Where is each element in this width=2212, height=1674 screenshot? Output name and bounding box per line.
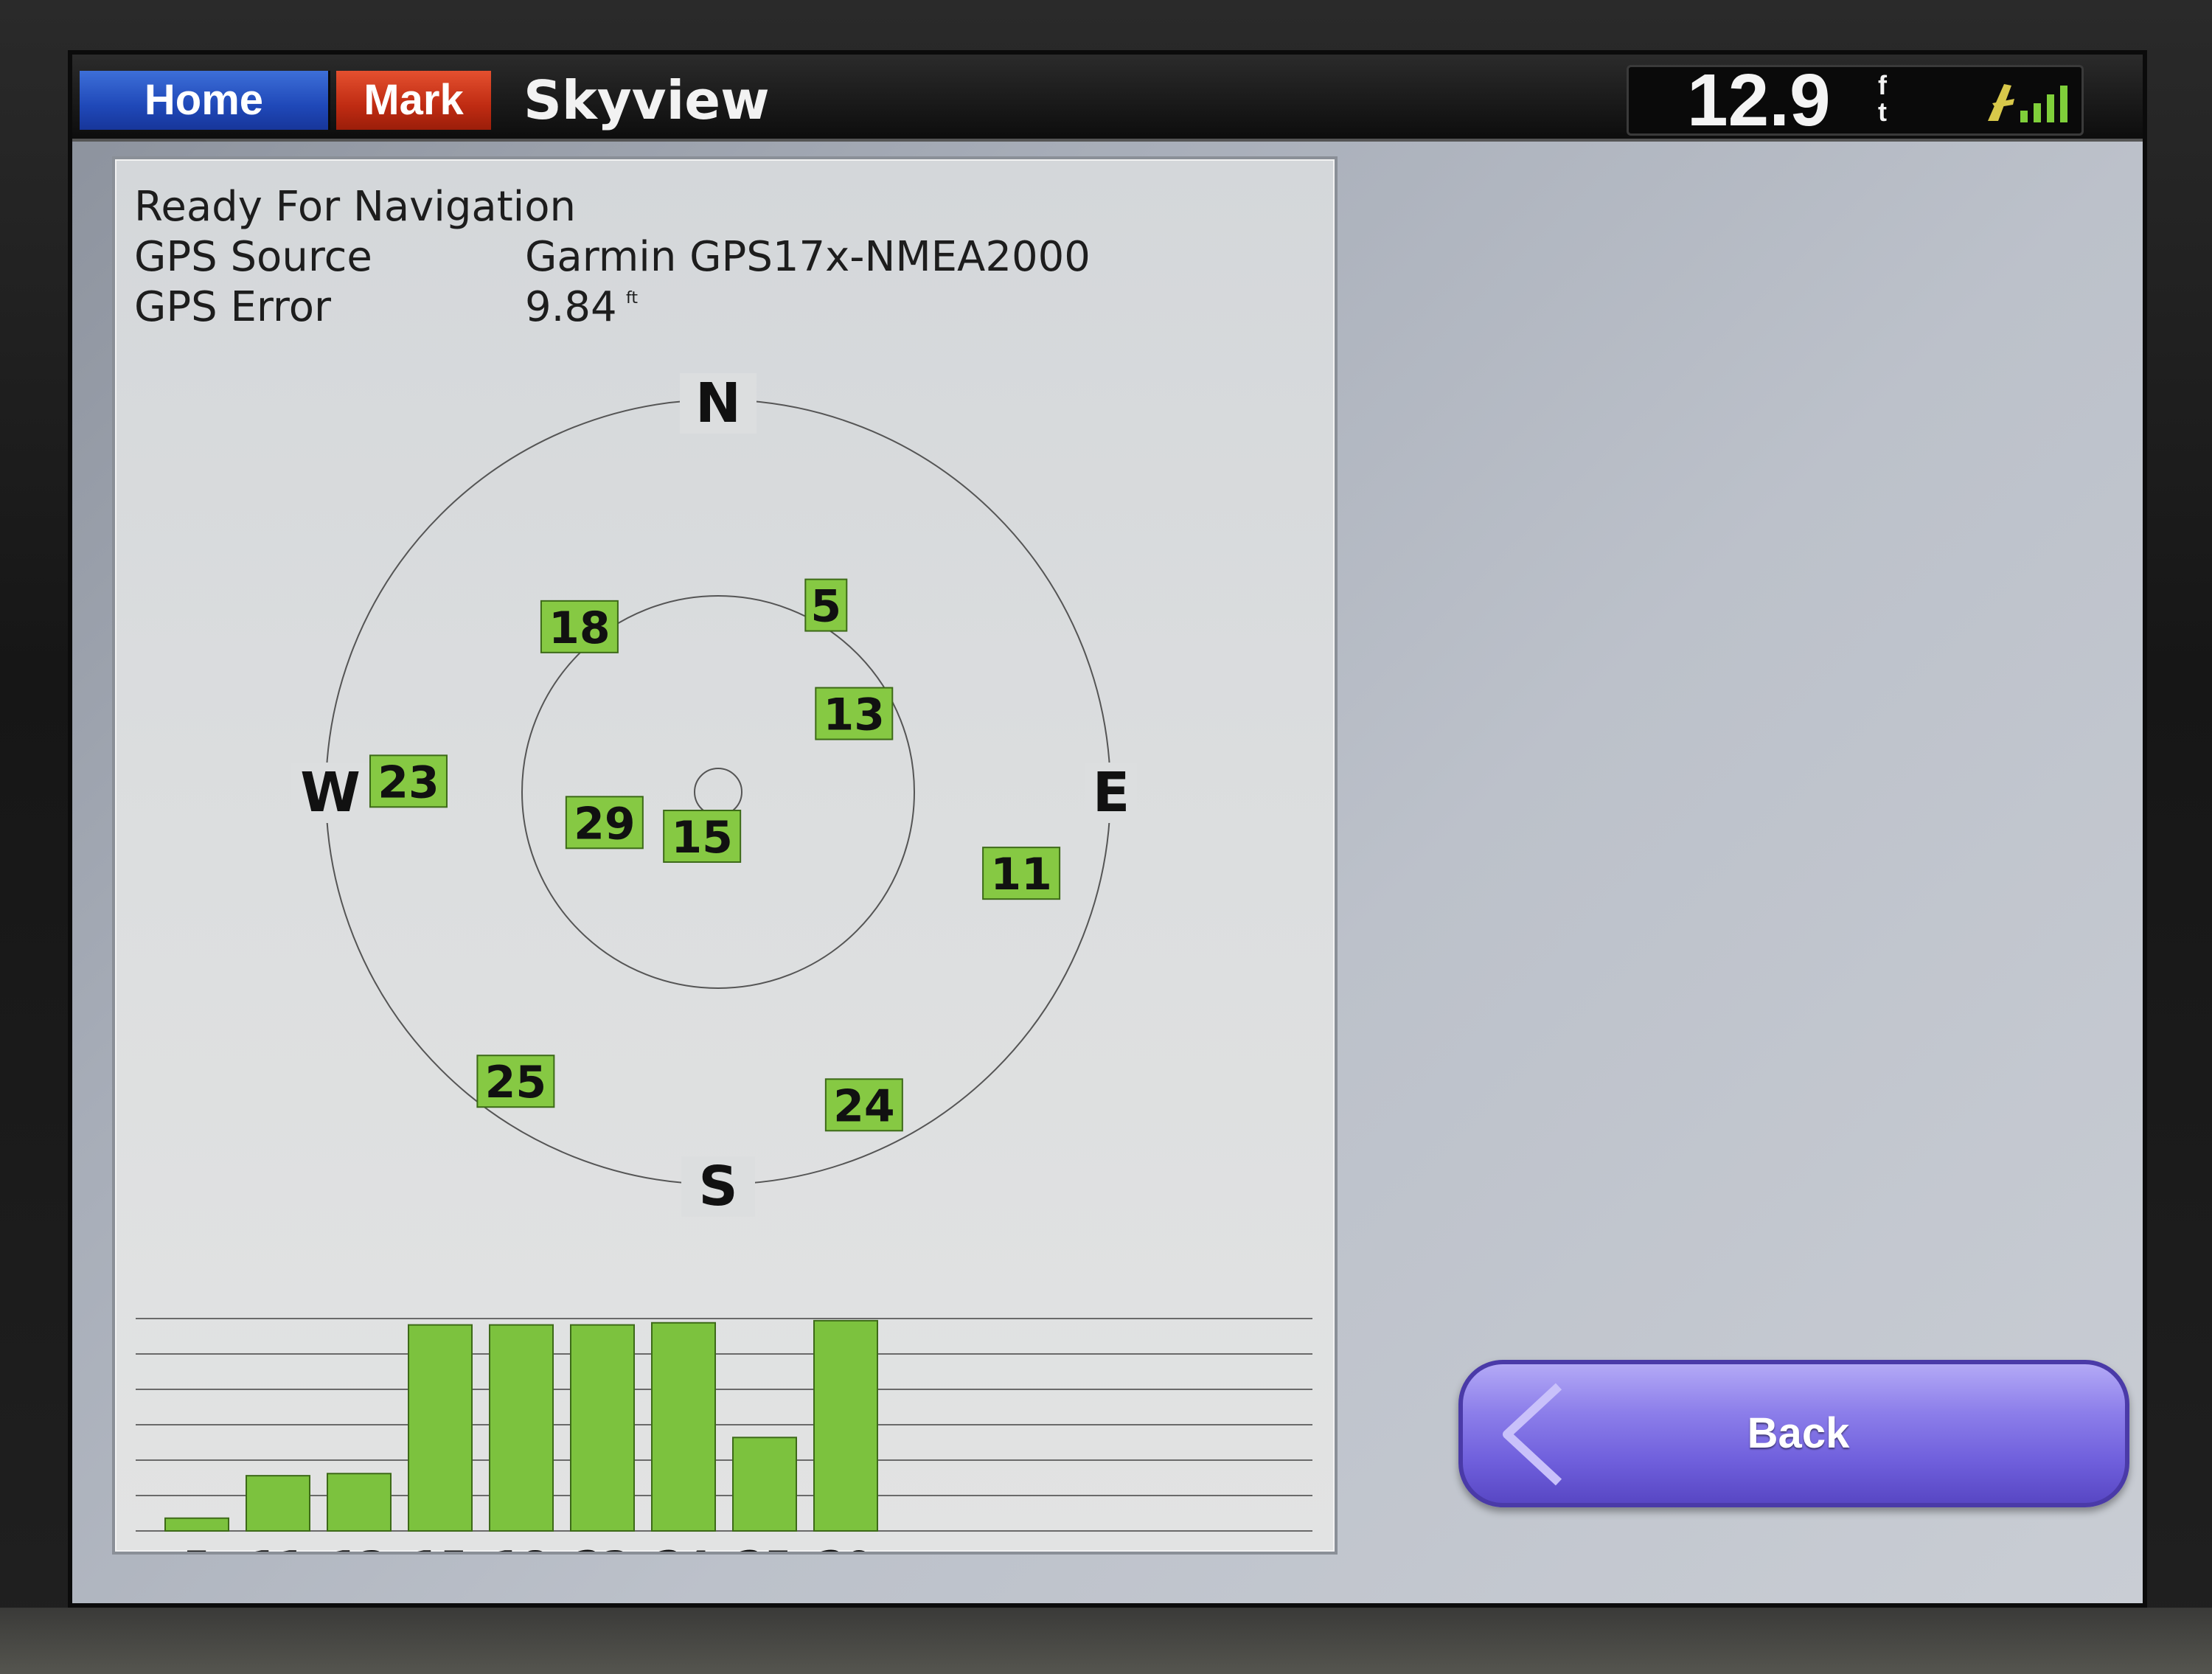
depth-readout: 12.9	[1687, 59, 1831, 142]
zenith-marker	[694, 768, 742, 816]
satellite-id: 15	[671, 812, 733, 864]
compass-west: W	[300, 761, 361, 824]
satellite-id: 5	[810, 581, 841, 633]
satellite-id: 24	[833, 1080, 895, 1132]
signal-bar-label: 11	[250, 1543, 305, 1552]
satellite-11: 11	[982, 847, 1061, 900]
satellite-13: 13	[815, 687, 894, 741]
device-bezel-bottom	[0, 1608, 2212, 1674]
signal-bar-label: 18	[493, 1543, 549, 1552]
signal-bar-5	[164, 1517, 229, 1532]
inner-elevation-ring	[521, 595, 915, 989]
satellite-5: 5	[804, 578, 848, 633]
skyview-plot: N S E W 18 5 13 23 29 15 11 25 24 5 11 13 15 18 23 24 2…	[136, 372, 1312, 1552]
top-bar: Home Mark Skyview 12.9 ft	[72, 55, 2143, 142]
satellite-id: 23	[378, 757, 439, 808]
signal-bar-label: 29	[818, 1543, 873, 1552]
satellite-15: 15	[663, 809, 742, 864]
empty-slot-label: --	[1073, 1543, 1106, 1552]
satellite-23: 23	[369, 754, 448, 808]
signal-bar-label: 15	[412, 1543, 467, 1552]
signal-bar-23	[570, 1324, 635, 1532]
signal-bar-18	[489, 1324, 554, 1532]
empty-slot-label: --	[1235, 1543, 1268, 1552]
signal-bar-24	[651, 1322, 716, 1532]
signal-strength-chart: 5 11 13 15 18 23 24 25 29 -- -- -- -- --	[136, 1318, 1312, 1552]
gps-signal-icon	[1988, 84, 2067, 122]
back-button[interactable]: Back	[1458, 1360, 2129, 1507]
satellite-layer: 18 5 13 23 29 15 11 25 24	[369, 578, 1061, 1132]
compass-north: N	[695, 372, 741, 435]
signal-bar-label: 5	[183, 1543, 211, 1552]
satellite-24: 24	[824, 1078, 903, 1132]
satellite-id: 13	[824, 690, 886, 741]
back-label: Back	[1747, 1409, 1850, 1457]
satellite-id: 25	[485, 1057, 547, 1108]
satellite-18: 18	[540, 600, 619, 654]
signal-bar-label: 25	[737, 1543, 792, 1552]
compass-south: S	[698, 1155, 737, 1218]
signal-bar-29	[813, 1319, 878, 1532]
signal-bar-25	[732, 1437, 797, 1532]
home-button[interactable]: Home	[80, 71, 330, 130]
display-screen: Home Mark Skyview 12.9 ft Ready For Navi…	[68, 50, 2147, 1608]
satellite-id: 29	[574, 798, 636, 850]
skyview-panel: Ready For Navigation GPS Source Garmin G…	[112, 156, 1338, 1555]
depth-unit: ft	[1878, 70, 1887, 127]
satellite-25: 25	[476, 1055, 555, 1108]
signal-bar-13	[327, 1473, 392, 1532]
satellite-id: 18	[549, 602, 611, 654]
compass-east: E	[1093, 761, 1130, 824]
signal-bar-15	[408, 1324, 473, 1532]
signal-bar-label: 24	[655, 1543, 711, 1552]
mark-button[interactable]: Mark	[336, 71, 491, 130]
satellite-29: 29	[565, 796, 644, 850]
signal-bar-label: 23	[574, 1543, 630, 1552]
empty-slot-label: --	[1154, 1543, 1187, 1552]
page-title: Skyview	[524, 69, 770, 131]
signal-bar-label: 13	[331, 1543, 386, 1552]
signal-bar-11	[246, 1475, 310, 1532]
empty-slot-label: --	[911, 1543, 944, 1552]
empty-slot-label: --	[992, 1543, 1025, 1552]
satellite-id: 11	[990, 849, 1052, 900]
